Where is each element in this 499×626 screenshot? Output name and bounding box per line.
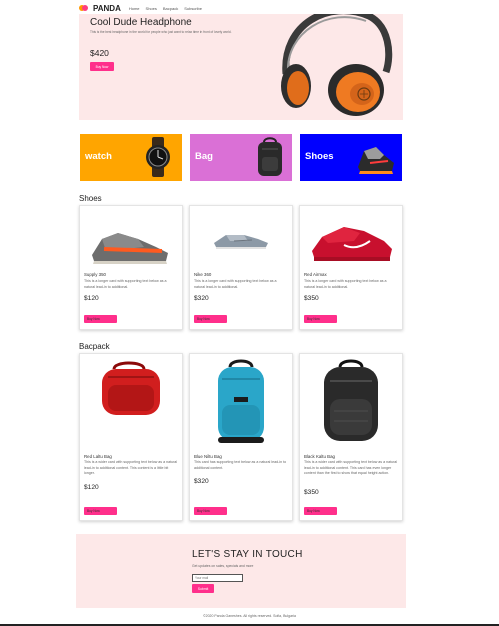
category-shoes[interactable]: Shoes bbox=[300, 134, 402, 181]
headphone-image bbox=[281, 14, 393, 116]
category-label-watch: watch bbox=[85, 151, 112, 162]
product-card: Nike 360 This is a longer card with supp… bbox=[189, 205, 293, 330]
product-price: $350 bbox=[304, 489, 319, 496]
product-description: This is a longer card with supporting te… bbox=[304, 279, 387, 289]
nav-link-subscribe[interactable]: Subscribe bbox=[184, 6, 202, 11]
product-card: Blue Niltu Bag This card has supporting … bbox=[189, 353, 293, 521]
product-image bbox=[324, 359, 378, 441]
nav-link-bacpack[interactable]: Bacpack bbox=[163, 6, 178, 11]
buy-now-button[interactable]: Buy Now bbox=[194, 507, 227, 515]
nav-link-home[interactable]: Home bbox=[129, 6, 140, 11]
product-description: This is a wider card with supporting tex… bbox=[304, 460, 398, 476]
hero-buy-button[interactable]: Buy Now bbox=[90, 62, 114, 71]
product-price: $120 bbox=[84, 484, 99, 491]
product-price: $320 bbox=[194, 478, 209, 485]
product-description: This is a longer card with supporting te… bbox=[194, 279, 277, 289]
product-description: This is a wider card with supporting tex… bbox=[84, 460, 178, 476]
category-label-shoes: Shoes bbox=[305, 151, 334, 162]
product-price: $120 bbox=[84, 295, 99, 302]
product-card: Supply 350 This is a longer card with su… bbox=[79, 205, 183, 330]
newsletter-subtitle: Get updates on sales, specials and more bbox=[192, 564, 254, 568]
product-card: Red Laltu Bag This is a wider card with … bbox=[79, 353, 183, 521]
product-image bbox=[214, 235, 268, 249]
product-name: Red Airmax bbox=[304, 272, 327, 277]
watch-icon bbox=[146, 137, 170, 177]
logo-icon bbox=[79, 4, 89, 12]
product-price: $350 bbox=[304, 295, 319, 302]
product-description: This card has supporting text below as a… bbox=[194, 460, 287, 470]
newsletter-section: LET'S STAY IN TOUCH Get updates on sales… bbox=[76, 534, 406, 608]
top-nav: PANDA Home Shoes Bacpack Subscribe bbox=[79, 2, 204, 14]
buy-now-button[interactable]: Buy Now bbox=[194, 315, 227, 323]
product-card: Red Airmax This is a longer card with su… bbox=[299, 205, 403, 330]
hero-price: $420 bbox=[90, 48, 109, 58]
buy-now-button[interactable]: Buy Now bbox=[84, 507, 117, 515]
product-image bbox=[312, 227, 392, 261]
product-name: Blue Niltu Bag bbox=[194, 454, 222, 459]
newsletter-title: LET'S STAY IN TOUCH bbox=[192, 549, 303, 560]
product-name: Nike 360 bbox=[194, 272, 212, 277]
product-price: $320 bbox=[194, 295, 209, 302]
submit-button[interactable]: Submit bbox=[192, 584, 214, 593]
category-watch[interactable]: watch bbox=[80, 134, 182, 181]
hero-title: Cool Dude Headphone bbox=[90, 17, 192, 28]
hero-banner: Cool Dude Headphone This is the best hea… bbox=[79, 14, 403, 120]
category-bag[interactable]: Bag bbox=[190, 134, 292, 181]
buy-now-button[interactable]: Buy Now bbox=[304, 507, 337, 515]
product-card: Black Kaltu Bag This is a wider card wit… bbox=[299, 353, 403, 521]
product-name: Supply 350 bbox=[84, 272, 106, 277]
product-image bbox=[92, 233, 168, 264]
buy-now-button[interactable]: Buy Now bbox=[304, 315, 337, 323]
category-label-bag: Bag bbox=[195, 151, 213, 162]
product-description: This is a longer card with supporting te… bbox=[84, 279, 167, 289]
product-image bbox=[218, 359, 264, 443]
sneaker-icon bbox=[358, 147, 394, 174]
backpack-icon bbox=[258, 137, 282, 176]
hero-description: This is the best headphone in the world … bbox=[90, 30, 232, 34]
product-name: Black Kaltu Bag bbox=[304, 454, 335, 459]
nav-link-shoes[interactable]: Shoes bbox=[146, 6, 157, 11]
buy-now-button[interactable]: Buy Now bbox=[84, 315, 117, 323]
product-name: Red Laltu Bag bbox=[84, 454, 112, 459]
email-field[interactable] bbox=[192, 574, 243, 582]
backpack-section-title: Bacpack bbox=[79, 342, 110, 351]
brand-name[interactable]: PANDA bbox=[93, 4, 121, 13]
footer-copyright: ©2020 Panda Ganeshes. All rights reserve… bbox=[203, 614, 296, 618]
product-image bbox=[102, 361, 160, 415]
shoes-section-title: Shoes bbox=[79, 194, 102, 203]
